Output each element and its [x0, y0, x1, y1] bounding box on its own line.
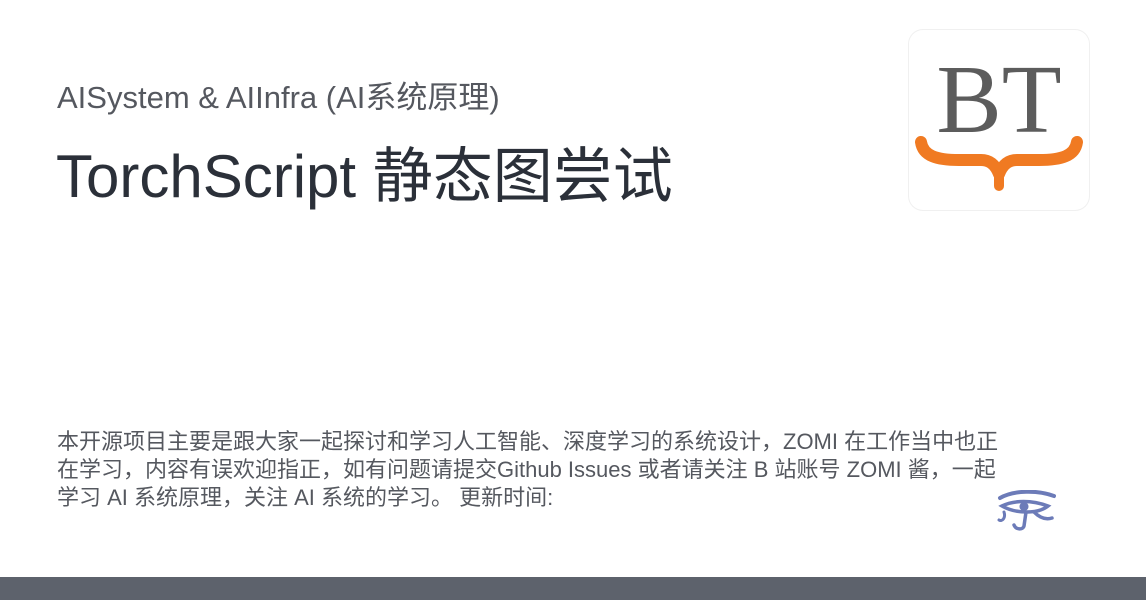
- preview-card: AISystem & AIInfra (AI系统原理) TorchScript …: [0, 0, 1146, 577]
- page-description: 本开源项目主要是跟大家一起探讨和学习人工智能、深度学习的系统设计，ZOMI 在工…: [57, 429, 999, 510]
- site-title: AISystem & AIInfra (AI系统原理): [57, 80, 500, 115]
- footer-bar: [0, 577, 1146, 600]
- book-brace-logo-icon: BT: [915, 46, 1083, 191]
- site-logo: BT: [909, 30, 1089, 210]
- eye-of-horus-icon: [997, 490, 1056, 531]
- logo-letters: BT: [936, 46, 1061, 154]
- page-title: TorchScript 静态图尝试: [56, 143, 673, 210]
